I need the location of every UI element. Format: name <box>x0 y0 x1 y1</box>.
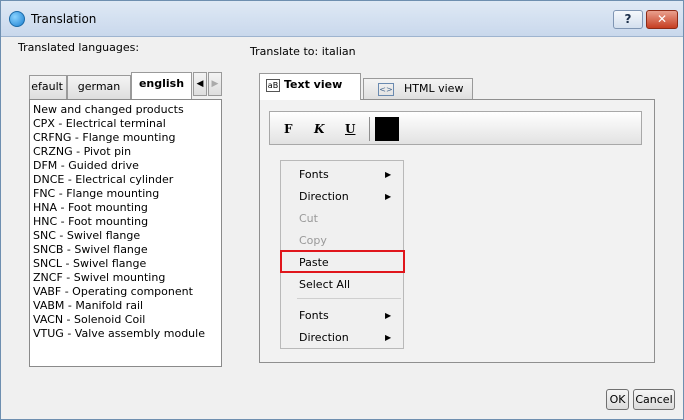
list-item[interactable]: CPX - Electrical terminal <box>30 117 221 131</box>
list-item[interactable]: SNCB - Swivel flange <box>30 243 221 257</box>
close-button[interactable]: ✕ <box>646 10 678 29</box>
bold-button[interactable]: F <box>284 122 293 136</box>
list-item[interactable]: VACN - Solenoid Coil <box>30 313 221 327</box>
arrow-left-icon: ◀ <box>196 79 204 89</box>
tab-text-view[interactable]: aB Text view <box>259 73 361 100</box>
list-item[interactable]: DNCE - Electrical cylinder <box>30 173 221 187</box>
tab-html-view[interactable]: <> HTML view <box>363 78 473 100</box>
list-item[interactable]: ZNCF - Swivel mounting <box>30 271 221 285</box>
list-item[interactable]: FNC - Flange mounting <box>30 187 221 201</box>
tab-text-view-label: Text view <box>284 78 343 91</box>
arrow-right-icon: ▶ <box>211 79 219 89</box>
menu-item-fonts[interactable]: Fonts <box>299 168 329 181</box>
menu-item-copy[interactable]: Copy <box>299 234 327 247</box>
tab-scroll-left-button[interactable]: ◀ <box>193 72 207 96</box>
list-item[interactable]: New and changed products <box>30 103 221 117</box>
tab-scroll-right-button[interactable]: ▶ <box>208 72 222 96</box>
tab-default[interactable]: efault <box>29 75 67 99</box>
submenu-arrow-icon: ▶ <box>385 333 392 342</box>
italic-button[interactable]: K <box>314 122 324 136</box>
menu-item-cut[interactable]: Cut <box>299 212 318 225</box>
toolbar-separator <box>369 117 370 141</box>
help-button[interactable]: ? <box>613 10 643 29</box>
tab-english[interactable]: english <box>131 72 192 99</box>
globe-icon <box>9 11 25 27</box>
submenu-arrow-icon: ▶ <box>385 170 392 179</box>
title-bar[interactable]: Translation ? ✕ <box>1 1 683 37</box>
tab-html-view-label: HTML view <box>404 82 464 95</box>
list-item[interactable]: SNCL - Swivel flange <box>30 257 221 271</box>
html-view-icon: <> <box>378 82 394 96</box>
menu-separator <box>297 298 401 299</box>
submenu-arrow-icon: ▶ <box>385 311 392 320</box>
translation-dialog: Translation ? ✕ Translated languages: Tr… <box>0 0 684 420</box>
format-toolbar <box>269 111 642 145</box>
paste-highlight-box <box>280 250 405 273</box>
submenu-arrow-icon: ▶ <box>385 192 392 201</box>
translate-to-label: Translate to: italian <box>250 45 356 58</box>
list-item[interactable]: VTUG - Valve assembly module <box>30 327 221 341</box>
list-item[interactable]: SNC - Swivel flange <box>30 229 221 243</box>
underline-button[interactable]: U <box>345 122 355 136</box>
list-item[interactable]: CRFNG - Flange mounting <box>30 131 221 145</box>
list-item[interactable]: HNC - Foot mounting <box>30 215 221 229</box>
text-color-button[interactable] <box>375 117 399 141</box>
ok-button[interactable]: OK <box>606 389 629 410</box>
menu-item-fonts-2[interactable]: Fonts <box>299 309 329 322</box>
text-view-icon: aB <box>266 78 280 92</box>
cancel-button[interactable]: Cancel <box>633 389 675 410</box>
menu-item-select-all[interactable]: Select All <box>299 278 350 291</box>
menu-item-direction-2[interactable]: Direction <box>299 331 349 344</box>
list-item[interactable]: DFM - Guided drive <box>30 159 221 173</box>
translated-languages-label: Translated languages: <box>18 41 140 54</box>
window-title: Translation <box>31 12 97 26</box>
list-item[interactable]: VABF - Operating component <box>30 285 221 299</box>
list-item[interactable]: CRZNG - Pivot pin <box>30 145 221 159</box>
list-item[interactable]: VABM - Manifold rail <box>30 299 221 313</box>
menu-item-direction[interactable]: Direction <box>299 190 349 203</box>
language-list[interactable]: New and changed products CPX - Electrica… <box>29 99 222 367</box>
tab-german[interactable]: german <box>67 75 131 99</box>
list-item[interactable]: HNA - Foot mounting <box>30 201 221 215</box>
